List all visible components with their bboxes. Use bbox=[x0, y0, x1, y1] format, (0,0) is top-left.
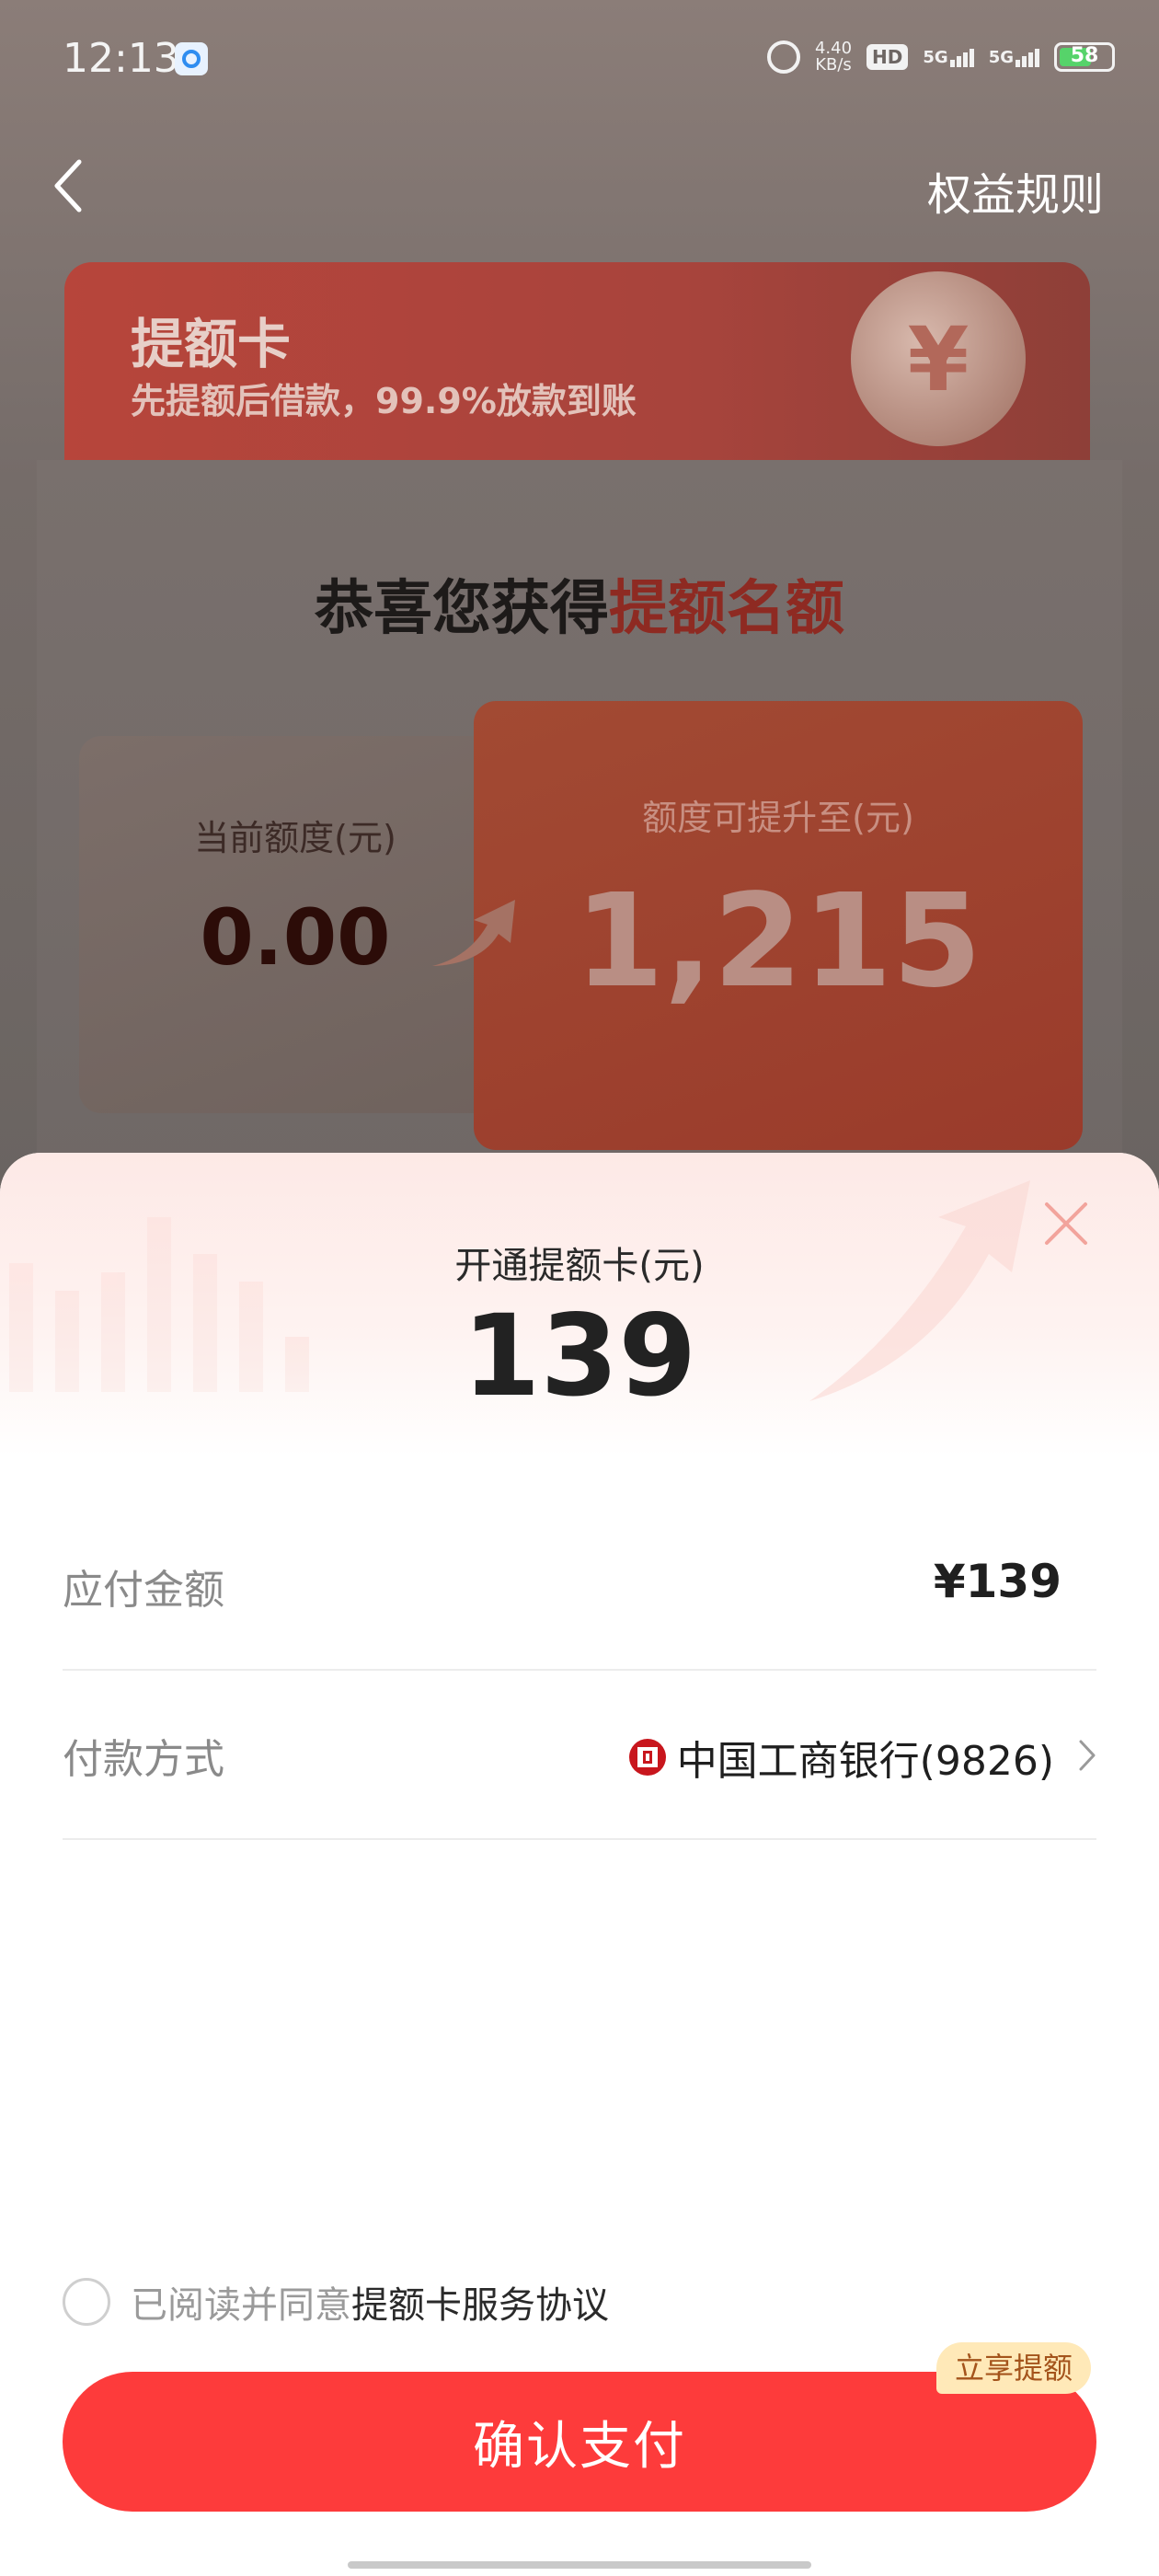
payment-method-row[interactable]: 付款方式 中国工商银行(9826) bbox=[63, 1669, 1096, 1840]
status-bar: 12:13 4.40 KB/s HD 5G 5G 58 bbox=[0, 0, 1159, 120]
yuan-coin-icon: ¥ bbox=[851, 271, 1026, 446]
agreement-row: 已阅读并同意 提额卡服务协议 bbox=[63, 2275, 609, 2329]
network-speed: 4.40 KB/s bbox=[815, 40, 852, 74]
network-speed-unit: KB/s bbox=[815, 55, 852, 75]
hd-icon: HD bbox=[866, 44, 909, 70]
bank-account-text: 中国工商银行(9826) bbox=[676, 1738, 1054, 1785]
battery-level: 58 bbox=[1070, 44, 1099, 67]
promo-badge: 立享提额 bbox=[936, 2342, 1092, 2394]
battery-icon: 58 bbox=[1054, 42, 1115, 72]
home-indicator[interactable] bbox=[348, 2561, 811, 2569]
raised-quota-value: 1,215 bbox=[574, 867, 982, 1017]
payable-amount-value: ¥139 bbox=[933, 1555, 1061, 1608]
raised-quota-label: 额度可提升至(元) bbox=[642, 798, 914, 838]
payable-amount-row: 应付金额 ¥139 bbox=[63, 1500, 1096, 1671]
hd-label: HD bbox=[872, 46, 903, 68]
rules-link[interactable]: 权益规则 bbox=[927, 158, 1104, 223]
back-arrow-icon[interactable] bbox=[50, 158, 86, 213]
headline-prefix: 恭喜您获得 bbox=[315, 575, 609, 643]
background-page: 12:13 4.40 KB/s HD 5G 5G 58 权益规则 提额卡 先提额… bbox=[0, 0, 1159, 1196]
banner-title: 提额卡 bbox=[131, 313, 292, 375]
raised-quota-ticket: 额度可提升至(元) 1,215 bbox=[474, 701, 1083, 1150]
banner-subtitle: 先提额后借款，99.9%放款到账 bbox=[131, 381, 637, 421]
payment-method-value: 中国工商银行(9826) bbox=[628, 1728, 1054, 1787]
card-headline: 恭喜您获得提额名额 bbox=[37, 561, 1122, 646]
quota-card-banner: 提额卡 先提额后借款，99.9%放款到账 ¥ bbox=[64, 262, 1090, 460]
upward-arrow-icon bbox=[432, 900, 515, 966]
current-quota-label: 当前额度(元) bbox=[194, 818, 396, 858]
signal-1-icon: 5G bbox=[923, 47, 974, 67]
sheet-title: 开通提额卡(元) bbox=[454, 1245, 705, 1287]
app-notification-icon bbox=[175, 42, 208, 75]
headline-highlight: 提额名额 bbox=[609, 575, 844, 643]
sheet-amount: 139 bbox=[462, 1291, 697, 1421]
agreement-checkbox[interactable] bbox=[63, 2278, 110, 2326]
status-icons: 4.40 KB/s HD 5G 5G 58 bbox=[766, 40, 1115, 74]
coin-symbol: ¥ bbox=[907, 308, 970, 411]
status-time: 12:13 bbox=[63, 35, 179, 82]
alarm-icon bbox=[766, 40, 800, 74]
signal-1-label: 5G bbox=[923, 47, 948, 67]
payable-amount-label: 应付金额 bbox=[63, 1567, 224, 1614]
signal-2-icon: 5G bbox=[989, 48, 1039, 67]
payment-method-label: 付款方式 bbox=[63, 1736, 224, 1783]
signal-2-label: 5G bbox=[988, 47, 1014, 67]
agreement-prefix: 已阅读并同意 bbox=[131, 2284, 351, 2327]
icbc-bank-icon bbox=[628, 1739, 666, 1776]
chevron-right-icon bbox=[1079, 1740, 1096, 1771]
quota-card: 恭喜您获得提额名额 当前额度(元) 0.00 额度可提升至(元) 1,215 bbox=[37, 460, 1122, 1196]
agreement-link[interactable]: 提额卡服务协议 bbox=[351, 2275, 609, 2329]
